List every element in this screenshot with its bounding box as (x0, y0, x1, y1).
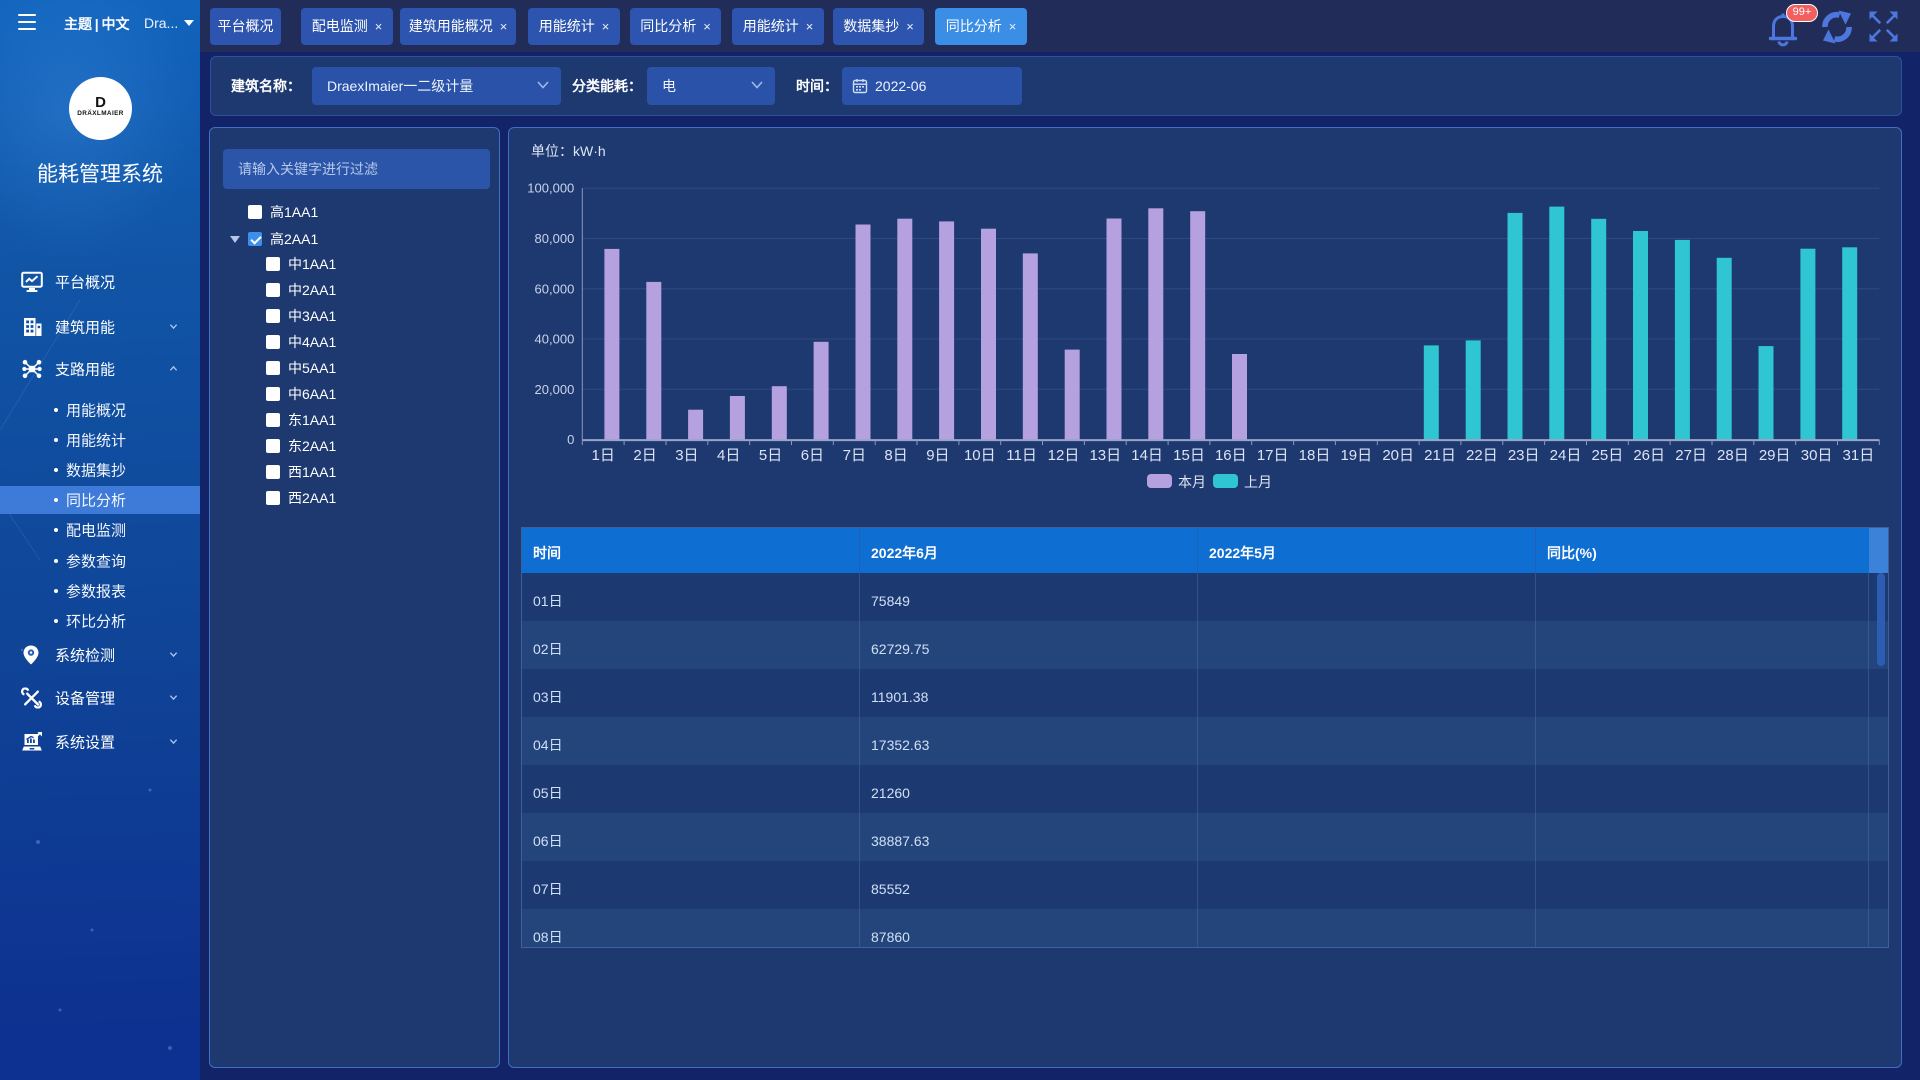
svg-text:2日: 2日 (633, 447, 656, 464)
svg-text:100,000: 100,000 (527, 181, 574, 196)
svg-text:上月: 上月 (1244, 474, 1272, 490)
svg-text:12日: 12日 (1048, 447, 1080, 464)
svg-text:14日: 14日 (1131, 447, 1163, 464)
svg-text:80,000: 80,000 (535, 231, 575, 246)
svg-text:15日: 15日 (1173, 447, 1205, 464)
svg-text:20日: 20日 (1382, 447, 1414, 464)
svg-text:5日: 5日 (759, 447, 782, 464)
svg-text:8日: 8日 (884, 447, 907, 464)
svg-text:21日: 21日 (1424, 447, 1456, 464)
svg-text:29日: 29日 (1759, 447, 1791, 464)
svg-text:17日: 17日 (1257, 447, 1289, 464)
svg-text:19日: 19日 (1340, 447, 1372, 464)
svg-text:24日: 24日 (1550, 447, 1582, 464)
svg-text:18日: 18日 (1299, 447, 1331, 464)
svg-text:22日: 22日 (1466, 447, 1498, 464)
svg-text:9日: 9日 (926, 447, 949, 464)
svg-text:28日: 28日 (1717, 447, 1749, 464)
svg-text:13日: 13日 (1089, 447, 1121, 464)
svg-text:23日: 23日 (1508, 447, 1540, 464)
svg-text:11日: 11日 (1006, 447, 1037, 464)
svg-text:30日: 30日 (1801, 447, 1833, 464)
svg-text:20,000: 20,000 (535, 382, 575, 397)
svg-text:1日: 1日 (592, 447, 615, 464)
svg-text:7日: 7日 (843, 447, 866, 464)
svg-text:26日: 26日 (1633, 447, 1665, 464)
svg-text:40,000: 40,000 (535, 332, 575, 347)
svg-text:31日: 31日 (1843, 447, 1875, 464)
svg-text:4日: 4日 (717, 447, 740, 464)
svg-text:6日: 6日 (801, 447, 824, 464)
svg-text:25日: 25日 (1592, 447, 1624, 464)
svg-text:本月: 本月 (1178, 474, 1206, 490)
svg-text:60,000: 60,000 (535, 281, 575, 296)
svg-text:16日: 16日 (1215, 447, 1247, 464)
svg-text:10日: 10日 (964, 447, 996, 464)
svg-text:0: 0 (567, 432, 574, 447)
svg-text:27日: 27日 (1675, 447, 1707, 464)
svg-text:3日: 3日 (675, 447, 698, 464)
